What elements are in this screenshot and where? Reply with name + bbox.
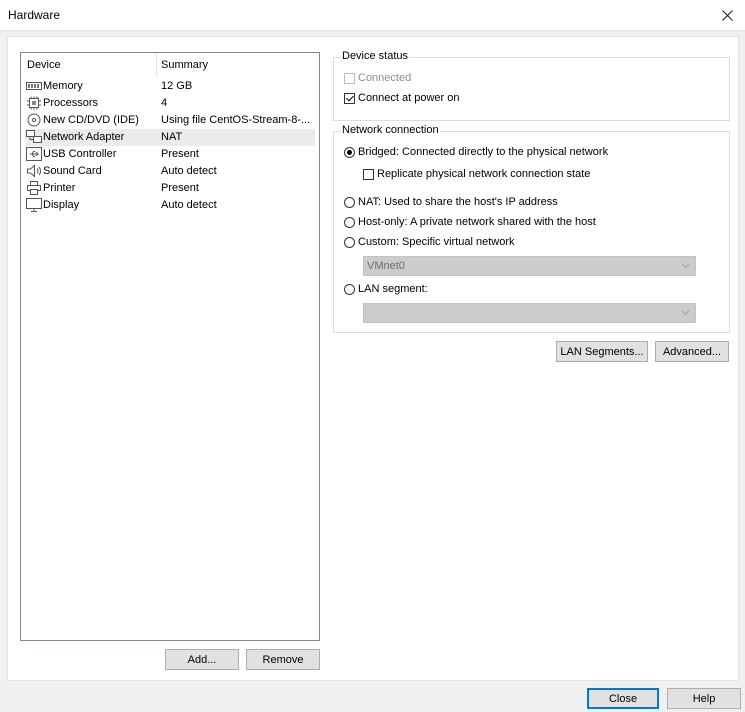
connect-at-power-on-checkbox[interactable]: Connect at power on [344,90,460,106]
close-icon [721,9,733,21]
bridged-label: Bridged: Connected directly to the physi… [358,146,609,158]
nat-label: NAT: Used to share the host's IP address [358,196,558,208]
help-button[interactable]: Help [667,688,741,709]
device-list-header: Device Summary [21,53,319,77]
device-summary: Auto detect [161,165,217,177]
device-row-printer[interactable]: Printer Present [25,180,315,197]
connected-label: Connected [358,72,412,84]
close-window-button[interactable] [715,3,739,27]
bridged-radio[interactable]: Bridged: Connected directly to the physi… [344,144,608,160]
device-row-display[interactable]: Display Auto detect [25,197,315,214]
connected-checkbox[interactable]: Connected [344,70,411,86]
device-row-cd-dvd[interactable]: New CD/DVD (IDE) Using file CentOS-Strea… [25,112,315,129]
cd-dvd-icon [27,113,41,127]
remove-button[interactable]: Remove [246,649,320,670]
checkbox-box [344,72,355,84]
radio-circle [344,236,355,248]
radio-circle [344,196,355,208]
device-name: Processors [43,97,99,109]
network-adapter-icon [26,130,42,143]
network-connection-legend: Network connection [341,124,440,136]
nat-radio[interactable]: NAT: Used to share the host's IP address [344,194,558,210]
connect-at-power-on-label: Connect at power on [358,92,460,104]
device-summary: 12 GB [161,80,193,92]
column-separator [156,53,157,77]
lan-segment-select[interactable] [363,303,696,323]
usb-icon [26,147,42,161]
advanced-button[interactable]: Advanced... [655,341,729,362]
custom-network-select[interactable]: VMnet0 [363,256,696,276]
device-summary: Present [161,148,199,160]
custom-label: Custom: Specific virtual network [358,236,515,248]
radio-circle [344,146,355,158]
add-button[interactable]: Add... [165,649,239,670]
column-header-summary[interactable]: Summary [161,59,208,71]
speaker-icon [27,164,41,178]
network-connection-group: Network connection Bridged: Connected di… [333,124,730,333]
lan-segment-radio[interactable]: LAN segment: [344,281,428,297]
device-summary: NAT [161,131,183,143]
device-name: Printer [43,182,76,194]
chevron-down-icon [681,263,690,269]
device-name: Network Adapter [43,131,125,143]
device-name: Display [43,199,80,211]
device-list[interactable]: Device Summary Memory 12 GB Processors 4 [20,52,320,641]
host-only-radio[interactable]: Host-only: A private network shared with… [344,214,596,230]
device-status-group: Device status Connected Connect at power… [333,50,730,121]
device-summary: Present [161,182,199,194]
replicate-state-checkbox[interactable]: Replicate physical network connection st… [363,166,590,182]
checkbox-box [363,168,374,180]
checkbox-box [344,92,355,104]
chevron-down-icon [681,310,690,316]
memory-icon [26,82,42,90]
close-button[interactable]: Close [587,688,659,709]
device-row-network-adapter[interactable]: Network Adapter NAT [25,129,315,146]
radio-circle [344,283,355,295]
lan-segments-button[interactable]: LAN Segments... [556,341,648,362]
device-name: Sound Card [43,165,102,177]
replicate-state-label: Replicate physical network connection st… [377,168,591,180]
title-bar: Hardware [0,0,745,31]
radio-circle [344,216,355,228]
device-row-usb-controller[interactable]: USB Controller Present [25,146,315,163]
column-header-device[interactable]: Device [27,59,61,71]
custom-network-value: VMnet0 [367,260,405,272]
device-name: USB Controller [43,148,117,160]
device-name: New CD/DVD (IDE) [43,114,139,126]
device-row-sound-card[interactable]: Sound Card Auto detect [25,163,315,180]
window-title: Hardware [8,8,61,22]
lan-segment-label: LAN segment: [358,283,428,295]
device-summary: Using file CentOS-Stream-8-... [161,114,311,126]
device-summary: Auto detect [161,199,217,211]
device-row-processors[interactable]: Processors 4 [25,95,315,112]
device-summary: 4 [161,97,168,109]
device-name: Memory [43,80,83,92]
custom-radio[interactable]: Custom: Specific virtual network [344,234,515,250]
host-only-label: Host-only: A private network shared with… [358,216,596,228]
hardware-panel: Device Summary Memory 12 GB Processors 4 [7,36,739,681]
processor-icon [27,96,41,110]
device-status-legend: Device status [341,50,410,62]
device-row-memory[interactable]: Memory 12 GB [25,78,315,95]
monitor-icon [26,198,42,212]
printer-icon [27,181,41,195]
